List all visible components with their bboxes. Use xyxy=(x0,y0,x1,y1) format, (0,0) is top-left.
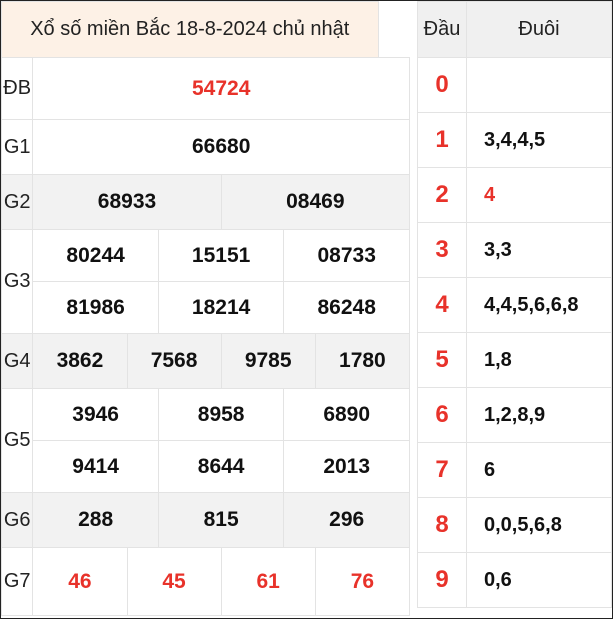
g4-number: 7568 xyxy=(126,333,222,389)
g5-number: 8644 xyxy=(157,440,285,493)
tail-column-header: Đuôi xyxy=(466,1,612,58)
g3-number: 18214 xyxy=(157,281,285,334)
g3-number: 86248 xyxy=(283,281,410,334)
loto-head-tail-table: Đầu Đuôi 0 1 3,4,4,5 24 3 3,3 4 4,4,5,6,6,8… xyxy=(417,1,612,608)
g3-number: 08733 xyxy=(283,229,410,282)
page-title: Xổ số miền Bắc 18-8-2024 chủ nhật xyxy=(1,1,379,58)
g7-number: 46 xyxy=(32,547,128,616)
loto-tail: 0,0,5,6,8 xyxy=(466,497,612,553)
loto-tail: 3,3 xyxy=(466,222,612,278)
g3-number: 81986 xyxy=(32,281,159,334)
g5-number: 8958 xyxy=(157,388,285,441)
g2-number: 08469 xyxy=(220,174,411,230)
g5-number: 3946 xyxy=(32,388,159,441)
loto-head: 9 xyxy=(417,552,467,608)
g1-number: 66680 xyxy=(32,119,410,175)
prize-label-g6: G6 xyxy=(0,492,34,548)
g4-number: 1780 xyxy=(314,333,411,389)
special-prize-number: 54724 xyxy=(32,57,410,120)
g6-number: 815 xyxy=(157,492,285,548)
loto-tail xyxy=(466,57,612,113)
prize-label-g5: G5 xyxy=(0,388,34,493)
loto-tail: 1,2,8,9 xyxy=(466,387,612,443)
prize-label-g2: G2 xyxy=(0,174,34,230)
g7-number: 76 xyxy=(314,547,411,616)
head-column-header: Đầu xyxy=(417,1,467,58)
g5-number: 9414 xyxy=(32,440,159,493)
loto-tail: 3,4,4,5 xyxy=(466,112,612,168)
loto-head: 7 xyxy=(417,442,467,498)
g6-number: 296 xyxy=(283,492,410,548)
g3-number: 80244 xyxy=(32,229,159,282)
g5-number: 6890 xyxy=(283,388,410,441)
prize-label-g4: G4 xyxy=(0,333,34,389)
lottery-results-table: Xổ số miền Bắc 18-8-2024 chủ nhật ĐB 547… xyxy=(0,1,411,617)
prize-label-g7: G7 xyxy=(0,547,34,616)
g7-number: 61 xyxy=(220,547,316,616)
loto-tail: 6 xyxy=(466,442,612,498)
loto-tail: 1,8 xyxy=(466,332,612,388)
g4-number: 3862 xyxy=(32,333,128,389)
g5-number: 2013 xyxy=(283,440,410,493)
loto-tail: 4,4,5,6,6,8 xyxy=(466,277,612,333)
loto-tail: 4 xyxy=(466,167,612,223)
loto-head: 4 xyxy=(417,277,467,333)
loto-head: 0 xyxy=(417,57,467,113)
g6-number: 288 xyxy=(32,492,159,548)
loto-head: 6 xyxy=(417,387,467,443)
loto-head: 1 xyxy=(417,112,467,168)
g2-number: 68933 xyxy=(32,174,222,230)
loto-head: 5 xyxy=(417,332,467,388)
loto-head: 2 xyxy=(417,167,467,223)
g4-number: 9785 xyxy=(220,333,316,389)
g7-number: 45 xyxy=(126,547,222,616)
prize-label-g1: G1 xyxy=(0,119,34,175)
loto-tail: 0,6 xyxy=(466,552,612,608)
prize-label-db: ĐB xyxy=(0,57,34,120)
prize-label-g3: G3 xyxy=(0,229,34,334)
loto-head: 8 xyxy=(417,497,467,553)
loto-head: 3 xyxy=(417,222,467,278)
g3-number: 15151 xyxy=(157,229,285,282)
